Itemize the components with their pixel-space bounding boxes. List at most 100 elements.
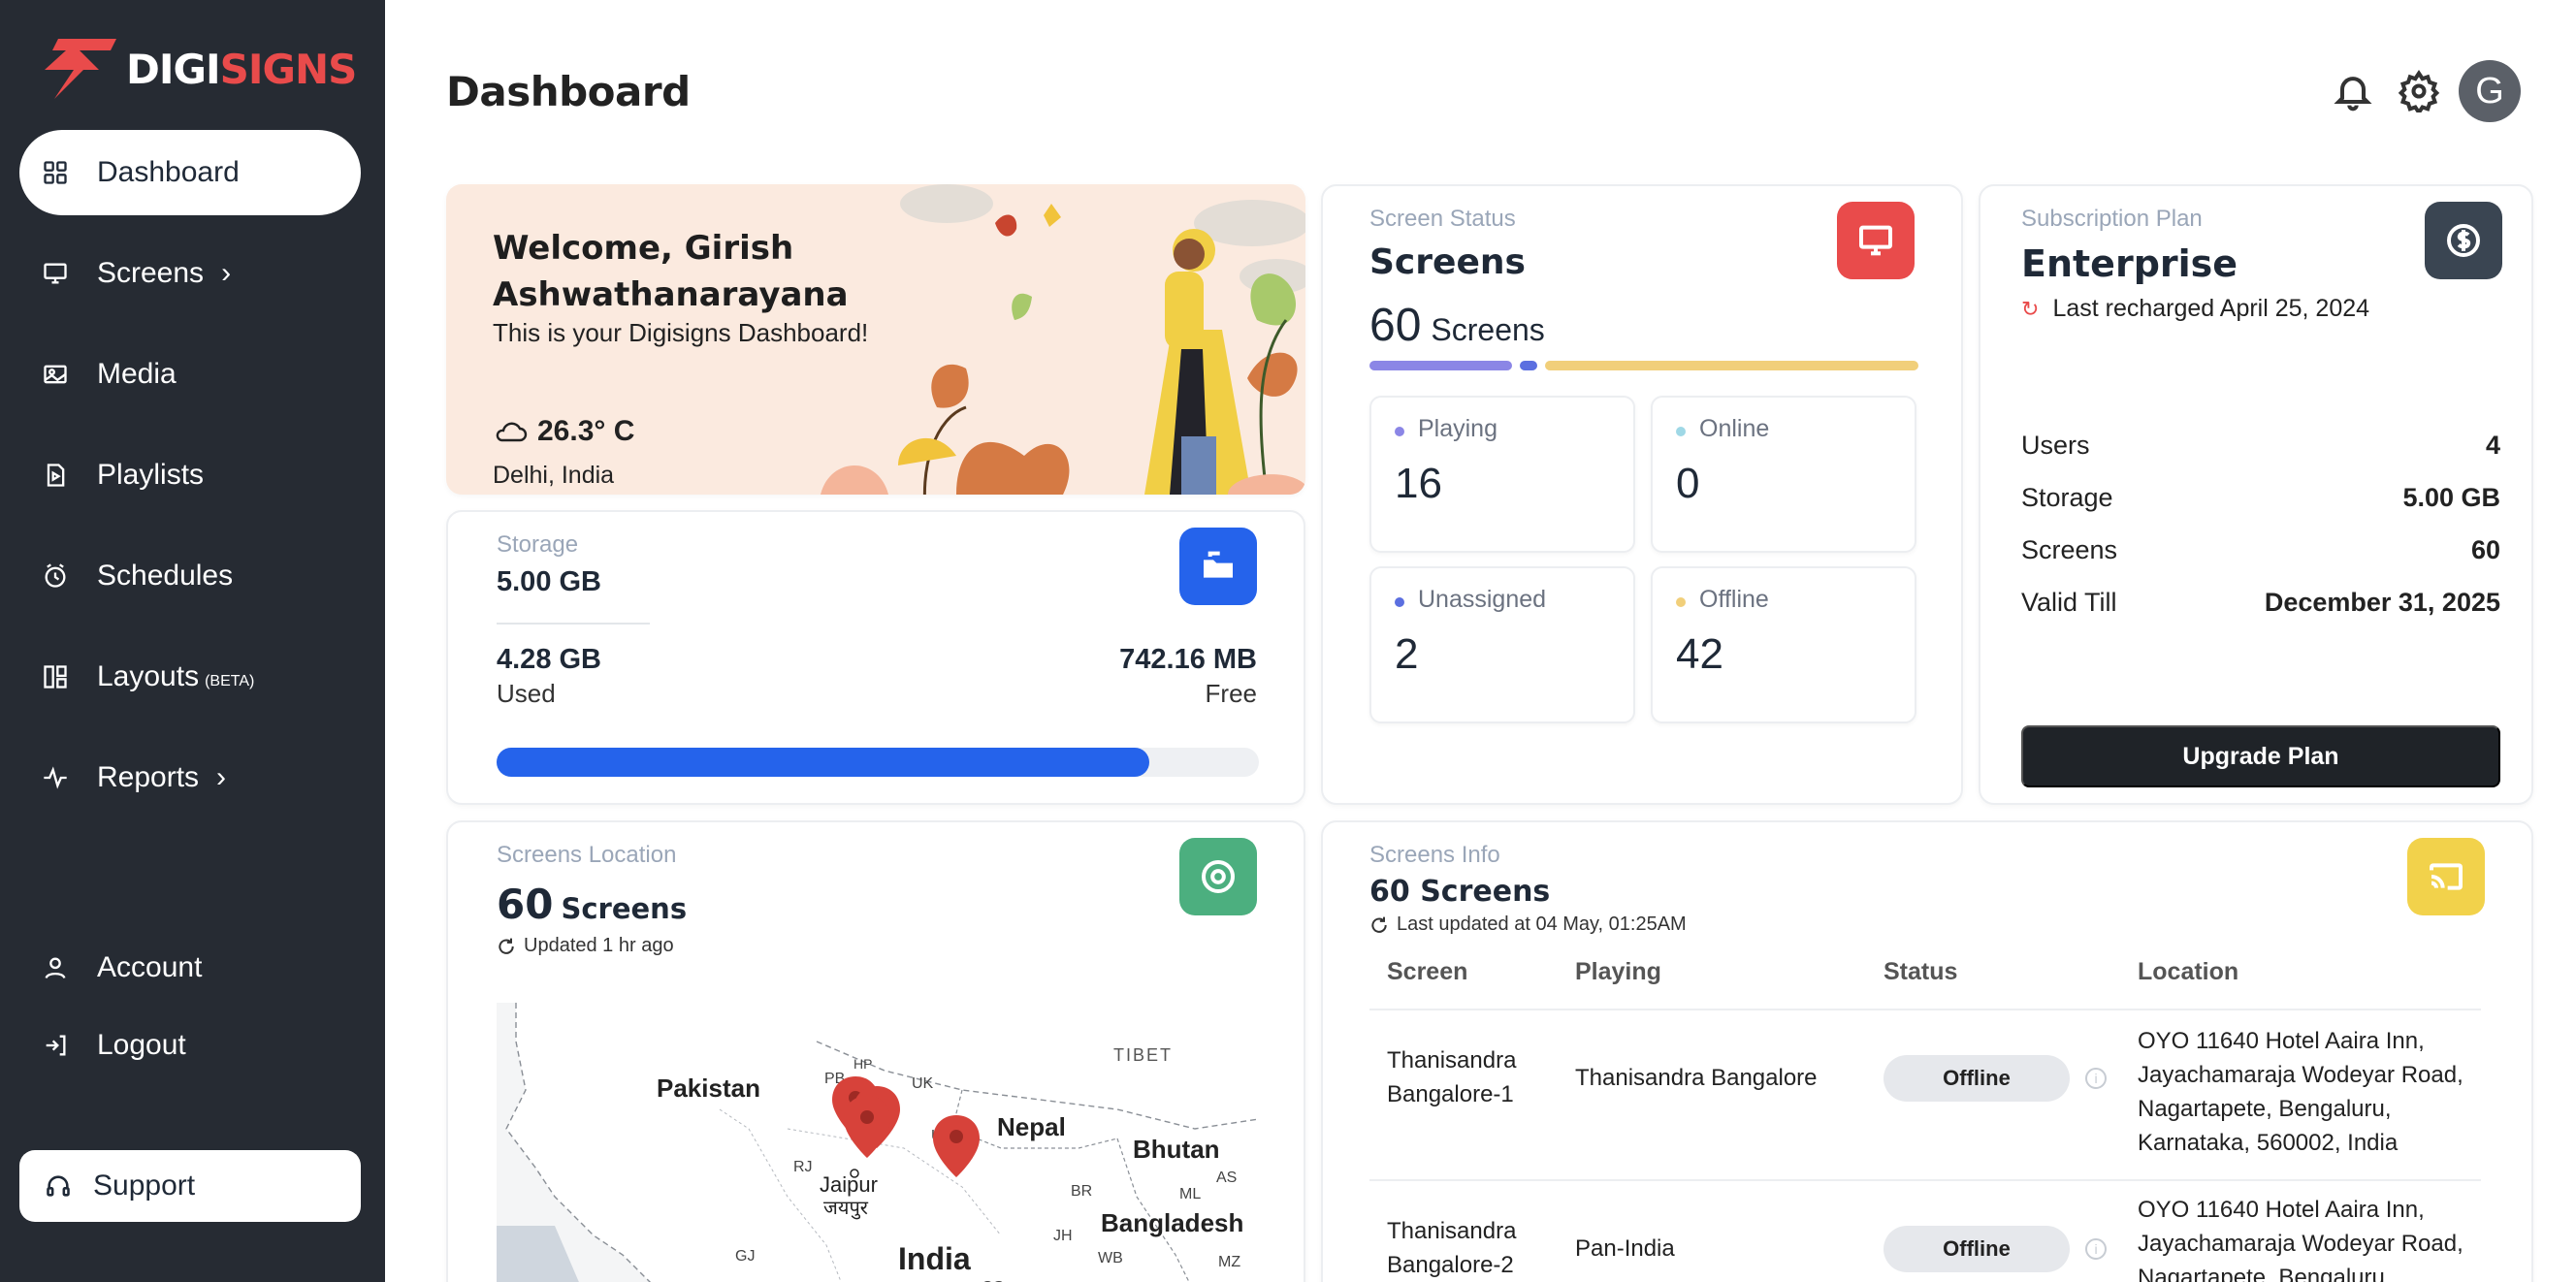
- layout-icon: [41, 662, 70, 691]
- cell-location: OYO 11640 Hotel Aaira Inn, Jayachamaraja…: [2138, 1028, 2463, 1156]
- cell-playing: Pan-India: [1575, 1235, 1675, 1262]
- status-dot: [1395, 597, 1404, 607]
- logo-mark-icon: [45, 39, 116, 99]
- support-button[interactable]: Support: [19, 1150, 361, 1222]
- subscription-badge: [2425, 202, 2502, 279]
- refresh-icon: [1371, 916, 1387, 933]
- user-icon: [41, 953, 70, 982]
- recharged-info: ↻ Last recharged April 25, 2024: [2021, 295, 2370, 322]
- headset-icon: [45, 1172, 72, 1200]
- status-segment: [1544, 361, 1918, 370]
- sidebar-item-label: Account: [97, 951, 203, 983]
- column-header[interactable]: Playing: [1575, 958, 1661, 986]
- info-label: Screens Info: [1369, 842, 1500, 868]
- map-label: Pakistan: [657, 1074, 760, 1103]
- map-label: UK: [912, 1075, 934, 1092]
- stat-card-unassigned[interactable]: Unassigned 2: [1369, 566, 1635, 723]
- status-segment-bar: [1369, 361, 1918, 370]
- stat-card-online[interactable]: Online 0: [1651, 396, 1916, 553]
- sidebar-item-logout[interactable]: Logout: [19, 1003, 361, 1088]
- digisigns-logo[interactable]: DIGISIGNS: [41, 35, 357, 103]
- support-label: Support: [93, 1170, 196, 1202]
- avatar[interactable]: G: [2459, 60, 2521, 122]
- cell-playing: Thanisandra Bangalore: [1575, 1065, 1818, 1091]
- sidebar-item-schedules[interactable]: Schedules: [19, 533, 361, 619]
- temperature: 26.3° C: [537, 415, 635, 447]
- storage-badge: [1179, 528, 1257, 605]
- sidebar-item-label: Logout: [97, 1029, 186, 1061]
- info-icon[interactable]: i: [2085, 1238, 2107, 1260]
- plan-row-users: Users 4: [2021, 431, 2500, 460]
- map-label: TIBET: [1113, 1045, 1173, 1065]
- plan-row-screens: Screens 60: [2021, 535, 2500, 564]
- refresh-icon: [499, 938, 514, 954]
- logo-text: DIGISIGNS: [126, 45, 357, 93]
- map-label: India: [898, 1241, 971, 1276]
- clock-icon: [41, 561, 70, 591]
- page-title: Dashboard: [446, 68, 691, 115]
- location-label: Screens Location: [497, 842, 677, 868]
- storage-label: Storage: [497, 531, 579, 558]
- column-header[interactable]: Screen: [1387, 958, 1467, 986]
- storage-free-label: Free: [1205, 679, 1257, 708]
- stat-value: 42: [1676, 630, 1723, 678]
- status-dot: [1676, 597, 1686, 607]
- grid-icon: [41, 158, 70, 187]
- welcome-illustration: [821, 184, 1305, 495]
- screen-status-card: Screen Status Screens 60 Screens Playing …: [1321, 184, 1963, 805]
- city: Delhi, India: [493, 462, 615, 489]
- sidebar-item-media[interactable]: Media: [19, 332, 361, 417]
- stat-card-offline[interactable]: Offline 42: [1651, 566, 1916, 723]
- storage-used-value: 4.28 GB: [497, 644, 601, 675]
- folder-open-icon: [1204, 551, 1233, 578]
- status-count: 60 Screens: [1369, 300, 1545, 351]
- map-label: Bhutan: [1133, 1135, 1220, 1164]
- chevron-right-icon: ›: [221, 257, 232, 289]
- map-label: RJ: [793, 1159, 813, 1175]
- sidebar-item-playlists[interactable]: Playlists: [19, 433, 361, 518]
- map-label: ML: [1179, 1186, 1201, 1202]
- column-header[interactable]: Status: [1884, 958, 1957, 986]
- welcome-subtitle: This is your Digisigns Dashboard!: [493, 318, 869, 347]
- sidebar-item-label: Media: [97, 358, 177, 390]
- sidebar-item-layouts[interactable]: Layouts (BETA): [19, 634, 361, 720]
- sidebar-item-dashboard[interactable]: Dashboard: [19, 130, 361, 215]
- sidebar-item-label: Playlists: [97, 459, 205, 491]
- stat-label: Online: [1699, 415, 1770, 442]
- subscription-card: Subscription Plan Enterprise ↻ Last rech…: [1979, 184, 2533, 805]
- sidebar-item-label: Dashboard: [97, 156, 240, 188]
- stat-card-playing[interactable]: Playing 16: [1369, 396, 1635, 553]
- map-label: जयपुर: [823, 1198, 869, 1220]
- status-dot: [1676, 427, 1686, 436]
- monitor-icon: [1859, 225, 1892, 256]
- map-label: JH: [1053, 1228, 1073, 1244]
- status-badge: Offline: [1884, 1226, 2070, 1272]
- stat-label: Offline: [1699, 586, 1769, 613]
- status-segment: [1519, 361, 1537, 370]
- status-label: Screen Status: [1369, 206, 1516, 232]
- sidebar-item-reports[interactable]: Reports ›: [19, 735, 361, 820]
- location-pin-icon: [1202, 860, 1235, 893]
- sidebar-item-account[interactable]: Account: [19, 925, 361, 1010]
- info-badge: [2407, 838, 2485, 915]
- gear-icon[interactable]: [2398, 70, 2440, 116]
- bell-icon[interactable]: [2332, 70, 2374, 112]
- column-header[interactable]: Location: [2138, 958, 2238, 986]
- storage-progress-fill: [497, 748, 1149, 777]
- map-label: Bangladesh: [1101, 1208, 1243, 1237]
- storage-card: Storage 5.00 GB 4.28 GB Used 742.16 MB F…: [446, 510, 1305, 805]
- storage-used-label: Used: [497, 679, 556, 708]
- map-label: BR: [1071, 1183, 1092, 1200]
- status-title: Screens: [1369, 242, 1526, 282]
- sidebar-item-screens[interactable]: Screens ›: [19, 231, 361, 316]
- sidebar-item-label: Screens: [97, 257, 205, 289]
- info-icon[interactable]: i: [2085, 1068, 2107, 1089]
- storage-total: 5.00 GB: [497, 566, 601, 597]
- stat-label: Playing: [1418, 415, 1497, 442]
- upgrade-plan-button[interactable]: Upgrade Plan: [2021, 725, 2500, 787]
- map-label: Nepal: [997, 1112, 1066, 1141]
- divider: [497, 623, 650, 625]
- plan-name: Enterprise: [2021, 242, 2238, 285]
- india-map[interactable]: Pakistan Nepal Bhutan Jaipur जयपुर Bangl…: [497, 1003, 1259, 1282]
- location-count: 60 Screens: [497, 881, 688, 928]
